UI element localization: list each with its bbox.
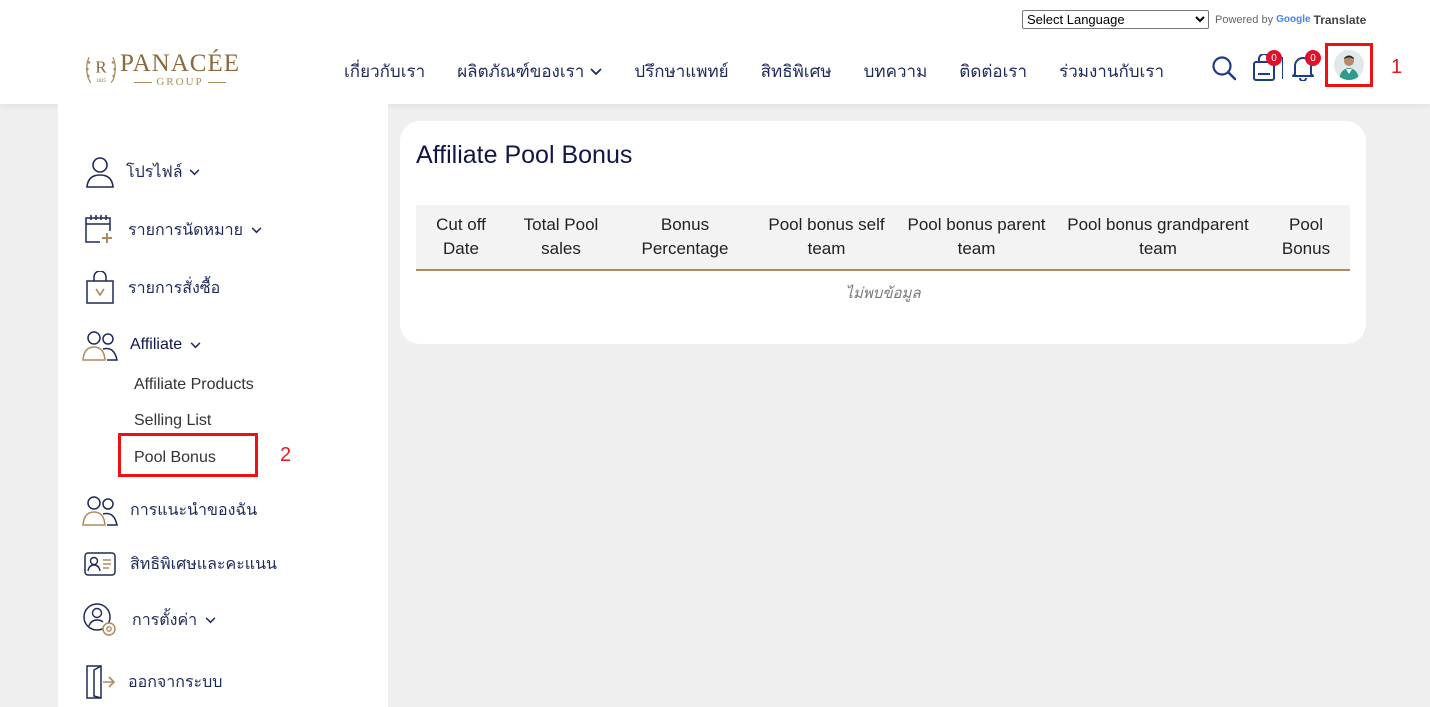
nav-label: เกี่ยวกับเรา [344,62,426,81]
annotation-1: 1 [1391,56,1403,78]
sidebar-item-label: รายการนัดหมาย [128,221,243,239]
powered-by: Powered by Google Translate [1215,13,1366,27]
user-avatar-button[interactable] [1325,43,1373,87]
sidebar-item-orders[interactable]: รายการสั่งซื้อ [82,270,220,306]
column-header: Pool Bonus [1281,215,1331,258]
nav-label: ปรึกษาแพทย์ [634,62,729,81]
nav-label: ติดต่อเรา [959,62,1028,81]
column-header: Pool bonus grandparent team [1067,215,1249,258]
sidebar-item-settings[interactable]: การตั้งค่า [82,602,216,638]
language-select[interactable]: Select Language [1022,10,1209,29]
translate-link[interactable]: Translate [1314,13,1367,27]
column-header: Total Pool sales [523,215,599,258]
nav-privileges[interactable]: สิทธิพิเศษ [761,58,832,85]
main-nav: เกี่ยวกับเรา ผลิตภัณฑ์ของเรา ปรึกษาแพทย์… [344,58,1164,85]
chevron-down-icon [189,168,199,175]
page-title: Affiliate Pool Bonus [416,141,633,169]
logo-crest-icon: R 1825 [86,56,116,84]
column-header: Bonus Percentage [641,215,729,258]
panacee-logo[interactable]: R 1825 PANACÉE GROUP [84,48,240,92]
nav-label: ร่วมงานกับเรา [1059,62,1165,81]
pool-bonus-card: Affiliate Pool Bonus Cut off Date Total … [400,121,1366,344]
cart-button[interactable]: 0 [1248,48,1282,88]
user-icon [86,157,114,188]
cart-count-badge: 0 [1266,50,1282,66]
id-card-icon [84,552,116,576]
sidebar-item-appointments[interactable]: รายการนัดหมาย [82,212,262,248]
google-logo: Google [1276,14,1311,25]
sidebar-item-label: สิทธิพิเศษและคะแนน [130,555,277,573]
google-translate: Select Language Powered by Google Transl… [1022,10,1366,29]
pool-bonus-highlight [118,433,258,477]
nav-contact[interactable]: ติดต่อเรา [959,58,1027,85]
annotation-2: 2 [280,444,292,466]
table-header: Cut off Date Total Pool sales Bonus Perc… [416,205,1350,271]
users-icon [82,331,118,361]
sidebar-item-label: โปรไฟล์ [126,163,183,181]
notification-button[interactable]: 0 [1287,48,1321,88]
user-settings-icon [83,603,116,636]
users-icon [82,496,118,526]
sidebar-item-logout[interactable]: ออกจากระบบ [82,664,222,700]
column-header: Pool bonus self team [768,215,885,258]
sidebar-item-label: Affiliate [130,336,183,353]
sidebar-item-privileges[interactable]: สิทธิพิเศษและคะแนน [82,546,277,582]
logo-sub: GROUP [134,76,226,88]
search-icon [1212,56,1237,81]
nav-articles[interactable]: บทความ [864,58,928,85]
nav-products[interactable]: ผลิตภัณฑ์ของเรา [457,58,602,85]
chevron-down-icon [205,616,216,623]
nav-careers[interactable]: ร่วมงานกับเรา [1059,58,1164,85]
nav-label: สิทธิพิเศษ [760,62,832,81]
logo-sub-text: GROUP [156,76,204,88]
sidebar-item-label: ออกจากระบบ [128,673,223,691]
sidebar-subitem-selling-list[interactable]: Selling List [134,412,211,430]
user-avatar-icon [1334,50,1364,80]
nav-label: บทความ [863,62,928,81]
powered-by-text: Powered by [1215,13,1274,26]
logo-name: PANACÉE [120,50,240,77]
nav-label: ผลิตภัณฑ์ของเรา [457,62,585,81]
shopping-bag-icon [86,271,114,304]
nav-consult-doctor[interactable]: ปรึกษาแพทย์ [634,58,728,85]
chevron-down-icon [590,67,602,75]
svg-text:R: R [95,58,107,77]
column-header: Cut off Date [436,215,486,258]
logout-icon [86,665,116,699]
svg-text:1825: 1825 [96,78,107,84]
pool-bonus-table: Cut off Date Total Pool sales Bonus Perc… [416,205,1350,305]
chevron-down-icon [251,226,262,233]
sidebar-subitem-affiliate-products[interactable]: Affiliate Products [134,376,254,394]
empty-state-text: ไม่พบข้อมูล [845,285,921,302]
chevron-down-icon [190,341,201,348]
column-header: Pool bonus parent team [907,215,1046,258]
notification-count-badge: 0 [1305,50,1321,66]
site-header: Select Language Powered by Google Transl… [0,0,1430,104]
avatar [1334,50,1364,80]
sidebar-item-referrals[interactable]: การแนะนำของฉัน [82,492,257,528]
sidebar-item-label: รายการสั่งซื้อ [128,279,221,297]
search-button[interactable] [1208,48,1240,88]
header-icons: 0 0 [1208,48,1321,88]
nav-about[interactable]: เกี่ยวกับเรา [344,58,425,85]
sidebar-item-label: การแนะนำของฉัน [130,501,258,519]
header-divider [1282,57,1283,79]
calendar-add-icon [85,215,114,245]
account-sidebar: โปรไฟล์ รายการนัดหมาย รายการสั่งซื้อ Aff… [58,104,388,707]
sidebar-item-affiliate[interactable]: Affiliate [82,327,201,363]
sidebar-item-label: การตั้งค่า [132,611,198,629]
sidebar-item-profile[interactable]: โปรไฟล์ [82,154,200,190]
